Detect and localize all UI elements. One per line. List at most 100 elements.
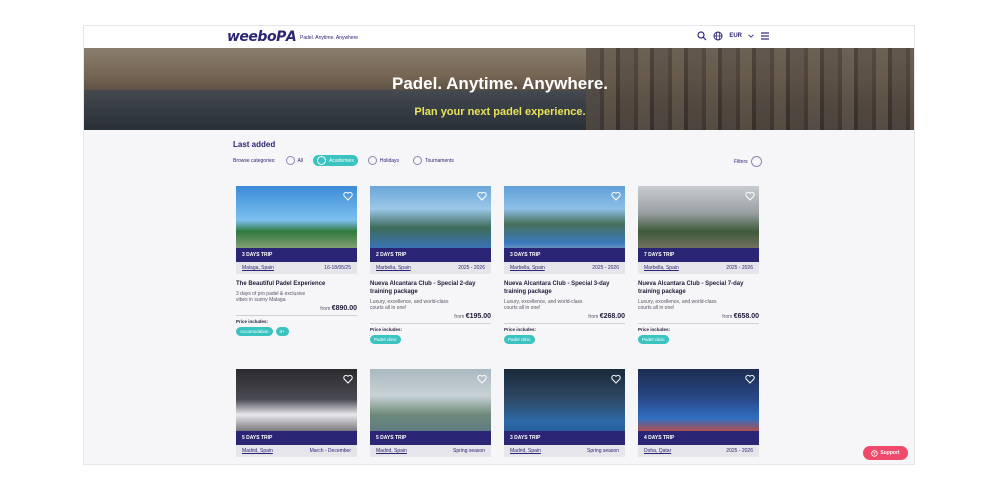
section-title: Last added (233, 140, 276, 149)
trip-description: Luxury, excellence, and world-class cour… (504, 299, 583, 311)
trip-location[interactable]: Doha, Qatar (644, 448, 671, 454)
support-button[interactable]: ? Support (863, 446, 908, 460)
trip-dates: 2025 - 2026 (726, 448, 753, 454)
svg-text:?: ? (874, 451, 877, 456)
trip-title[interactable]: Nueva Alcantara Club - Special 3-day tra… (504, 280, 625, 296)
trip-duration-band: 5 DAYS TRIP (236, 431, 357, 445)
tag: Padel clinic (504, 335, 535, 344)
trip-meta: Madrid, Spain March - December (236, 445, 357, 457)
trip-title[interactable]: Nueva Alcantara Club - Special 7-day tra… (638, 280, 759, 296)
help-icon: ? (871, 449, 879, 457)
trip-meta: Doha, Qatar 2025 - 2026 (638, 445, 759, 457)
trip-dates: 2025 - 2026 (592, 265, 619, 271)
trip-description: 3 days of pro padel & exclusive vibes in… (236, 291, 306, 303)
trip-card[interactable]: 2 DAYS TRIP Marbella, Spain 2025 - 2026 N… (370, 186, 491, 344)
trip-description: Luxury, excellence, and world-class cour… (370, 299, 449, 311)
all-icon (285, 156, 295, 165)
trip-duration-band: 3 DAYS TRIP (504, 431, 625, 445)
trip-title[interactable]: The Beautiful Padel Experience (236, 280, 357, 288)
trip-dates: Spring season (587, 448, 619, 454)
trip-duration-band: 3 DAYS TRIP (236, 248, 357, 262)
search-icon[interactable] (697, 31, 707, 41)
heart-icon[interactable] (611, 191, 621, 201)
heart-icon[interactable] (745, 374, 755, 384)
trip-location[interactable]: Malaga, Spain (242, 265, 274, 271)
trip-dates: 16-18/05/25 (324, 265, 351, 271)
brand-tagline: Padel. Anytime. Anywhere (300, 35, 359, 41)
category-academies[interactable]: Academies (313, 155, 358, 166)
divider (504, 323, 625, 324)
trip-image: 5 DAYS TRIP (236, 369, 357, 445)
trip-price: from €195.00 (454, 313, 491, 320)
trip-image: 3 DAYS TRIP (504, 369, 625, 445)
top-navigation-bar: weeboРА Padel. Anytime. Anywhere EUR (84, 26, 914, 48)
trip-card[interactable]: 7 DAYS TRIP Marbella, Spain 2025 - 2026 N… (638, 186, 759, 344)
currency-selector[interactable]: EUR (729, 33, 742, 39)
heart-icon[interactable] (611, 374, 621, 384)
trip-duration-band: 7 DAYS TRIP (638, 248, 759, 262)
trip-location[interactable]: Madrid, Spain (376, 448, 407, 454)
heart-icon[interactable] (477, 374, 487, 384)
category-bar: Browse categories: All Academies Holiday… (233, 155, 458, 166)
heart-icon[interactable] (745, 191, 755, 201)
holiday-icon (367, 156, 377, 165)
trip-image: 3 DAYS TRIP (236, 186, 357, 262)
filter-icon (750, 156, 762, 167)
browse-categories-label: Browse categories: (233, 157, 276, 164)
trip-duration-band: 2 DAYS TRIP (370, 248, 491, 262)
trip-card[interactable]: 4 DAYS TRIP Doha, Qatar 2025 - 2026 (638, 369, 759, 457)
chevron-down-icon[interactable] (748, 31, 754, 41)
trip-location[interactable]: Madrid, Spain (510, 448, 541, 454)
tag-list: Padel clinic (504, 335, 625, 344)
academy-icon (317, 156, 327, 165)
tag: Accomodation (236, 327, 273, 336)
trip-image: 5 DAYS TRIP (370, 369, 491, 445)
heart-icon[interactable] (343, 191, 353, 201)
trip-location[interactable]: Marbella, Spain (644, 265, 679, 271)
globe-icon[interactable] (713, 31, 723, 41)
price-includes-label: Price includes: (370, 327, 403, 332)
trip-location[interactable]: Madrid, Spain (242, 448, 273, 454)
trip-duration-band: 3 DAYS TRIP (504, 248, 625, 262)
category-holidays[interactable]: Holidays (364, 155, 403, 166)
category-all[interactable]: All (282, 155, 308, 166)
divider (370, 323, 491, 324)
price-includes-label: Price includes: (504, 327, 537, 332)
trip-description: Luxury, excellence, and world-class cour… (638, 299, 717, 311)
trip-location[interactable]: Marbella, Spain (510, 265, 545, 271)
trip-image: 7 DAYS TRIP (638, 186, 759, 262)
trip-location[interactable]: Marbella, Spain (376, 265, 411, 271)
hero-title: Padel. Anytime. Anywhere. (391, 74, 609, 93)
trip-price: from €890.00 (320, 305, 357, 312)
trip-duration-band: 5 DAYS TRIP (370, 431, 491, 445)
hero-subtitle: Plan your next padel experience. (414, 106, 586, 118)
trip-card[interactable]: 5 DAYS TRIP Madrid, Spain Spring season (370, 369, 491, 457)
trip-price: from €268.00 (588, 313, 625, 320)
trip-card[interactable]: 3 DAYS TRIP Marbella, Spain 2025 - 2026 N… (504, 186, 625, 344)
tag-list: Padel clinic (370, 335, 491, 344)
trip-meta: Madrid, Spain Spring season (370, 445, 491, 457)
divider (638, 323, 759, 324)
tag: Padel clinic (638, 335, 669, 344)
trip-image: 4 DAYS TRIP (638, 369, 759, 445)
trip-card[interactable]: 3 DAYS TRIP Madrid, Spain Spring season (504, 369, 625, 457)
trip-card[interactable]: 5 DAYS TRIP Madrid, Spain March - Decembe… (236, 369, 357, 457)
filters-button[interactable]: Filters (734, 156, 762, 167)
hamburger-menu-icon[interactable] (760, 31, 770, 41)
price-includes-label: Price includes: (638, 327, 671, 332)
divider (236, 315, 357, 316)
trip-image: 2 DAYS TRIP (370, 186, 491, 262)
trip-duration-band: 4 DAYS TRIP (638, 431, 759, 445)
category-tournaments[interactable]: Tournaments (409, 155, 458, 166)
trip-dates: March - December (309, 448, 351, 454)
trip-image: 3 DAYS TRIP (504, 186, 625, 262)
trip-meta: Marbella, Spain 2025 - 2026 (638, 262, 759, 274)
heart-icon[interactable] (343, 374, 353, 384)
trip-meta: Madrid, Spain Spring season (504, 445, 625, 457)
trip-title[interactable]: Nueva Alcantara Club - Special 2-day tra… (370, 280, 491, 296)
trip-card[interactable]: 3 DAYS TRIP Malaga, Spain 16-18/05/25 The… (236, 186, 357, 336)
tag-list: Padel clinic (638, 335, 759, 344)
brand-logo[interactable]: weeboРА (227, 29, 297, 45)
heart-icon[interactable] (477, 191, 487, 201)
trip-dates: 2025 - 2026 (726, 265, 753, 271)
